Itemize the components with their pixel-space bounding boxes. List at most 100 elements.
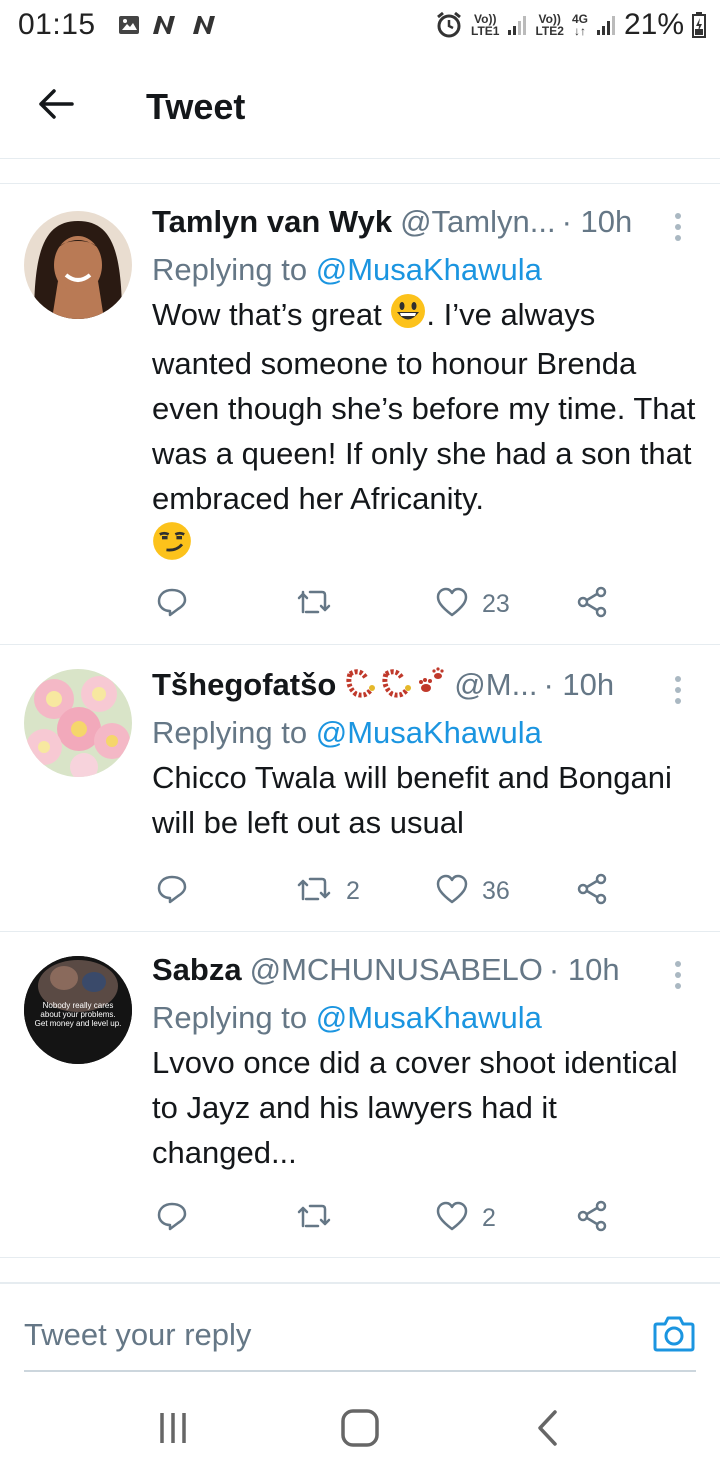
notification-n-icon bbox=[150, 14, 180, 36]
name-emojis bbox=[344, 666, 446, 708]
like-button[interactable]: 2 bbox=[436, 1198, 496, 1238]
tweet-item[interactable]: Tamlyn van Wyk @Tamlyn... · 10h Replying… bbox=[0, 184, 720, 645]
tweet-text: Wow that’s great . I’ve always wanted so… bbox=[152, 292, 700, 573]
reply-icon bbox=[156, 1201, 188, 1236]
avatar[interactable] bbox=[24, 669, 132, 777]
reply-button[interactable] bbox=[156, 871, 188, 911]
smirk-emoji-icon bbox=[152, 521, 192, 573]
tweet-header: Tšhegofatšo @M... · 10h bbox=[152, 667, 700, 707]
more-options-icon[interactable] bbox=[674, 212, 684, 247]
camera-button[interactable] bbox=[652, 1313, 696, 1357]
notification-n-icon bbox=[190, 14, 220, 36]
status-time: 01:15 bbox=[18, 8, 96, 41]
tweet-time: · 10h bbox=[561, 204, 633, 239]
avatar[interactable] bbox=[24, 211, 132, 319]
net1-label: Vo)) LTE1 bbox=[471, 12, 500, 38]
svg-text:about your problems.: about your problems. bbox=[40, 1010, 115, 1019]
author-name[interactable]: Tamlyn van Wyk bbox=[152, 204, 392, 240]
status-bar: 01:15 Vo)) LTE1 Vo)) LTE2 4G ↓↑ 21% bbox=[0, 0, 720, 50]
author-handle[interactable]: @MCHUNUSABELO bbox=[250, 952, 543, 988]
tweet-time: · 10h bbox=[543, 667, 615, 702]
home-button[interactable] bbox=[330, 1400, 390, 1460]
back-button[interactable] bbox=[0, 55, 112, 159]
beads-icon bbox=[344, 666, 378, 708]
alarm-icon bbox=[435, 11, 463, 39]
heart-icon bbox=[436, 587, 468, 622]
reply-button[interactable] bbox=[156, 584, 188, 624]
image-icon bbox=[118, 15, 140, 35]
retweet-icon bbox=[296, 588, 332, 621]
tweet-body: Tšhegofatšo @M... · 10h Replying to @Mus… bbox=[152, 667, 700, 845]
mention-link[interactable]: @MusaKhawula bbox=[316, 1000, 542, 1035]
like-count: 36 bbox=[482, 876, 510, 905]
author-handle[interactable]: @Tamlyn... bbox=[400, 204, 556, 240]
paw-prints-icon bbox=[416, 666, 446, 708]
share-button[interactable] bbox=[576, 584, 608, 624]
retweet-button[interactable] bbox=[296, 1198, 346, 1238]
tweet-item[interactable]: Tšhegofatšo @M... · 10h Replying to @Mus… bbox=[0, 645, 720, 932]
retweet-button[interactable] bbox=[296, 584, 346, 624]
author-name[interactable]: Tšhegofatšo bbox=[152, 667, 336, 703]
tweet-actions: 2 36 bbox=[152, 871, 622, 911]
mention-link[interactable]: @MusaKhawula bbox=[316, 715, 542, 750]
recent-apps-icon bbox=[156, 1411, 190, 1450]
signal-icon bbox=[596, 14, 616, 36]
back-nav-button[interactable] bbox=[517, 1400, 577, 1460]
share-icon bbox=[576, 873, 608, 910]
beads-icon bbox=[380, 666, 414, 708]
net2-label: Vo)) LTE2 bbox=[535, 12, 564, 38]
mention-link[interactable]: @MusaKhawula bbox=[316, 252, 542, 287]
net-type-label: 4G ↓↑ bbox=[571, 12, 588, 38]
author-name[interactable]: Sabza bbox=[152, 952, 242, 988]
status-left-icons bbox=[118, 14, 220, 36]
replying-to: Replying to @MusaKhawula bbox=[152, 715, 542, 750]
recent-apps-button[interactable] bbox=[143, 1400, 203, 1460]
tweet-actions: 23 bbox=[152, 584, 622, 624]
avatar[interactable]: Nobody really cares about your problems.… bbox=[24, 956, 132, 1064]
share-icon bbox=[576, 586, 608, 623]
more-options-icon[interactable] bbox=[674, 960, 684, 995]
camera-icon bbox=[653, 1314, 695, 1357]
page-title: Tweet bbox=[146, 85, 246, 127]
avatar-caption: Nobody really cares bbox=[43, 1001, 114, 1010]
tweet-actions: 2 bbox=[152, 1198, 622, 1238]
reply-button[interactable] bbox=[156, 1198, 188, 1238]
share-button[interactable] bbox=[576, 1198, 608, 1238]
replying-to: Replying to @MusaKhawula bbox=[152, 252, 542, 287]
tweet-time: · 10h bbox=[548, 952, 620, 987]
arrow-left-icon bbox=[38, 88, 74, 125]
more-options-icon[interactable] bbox=[674, 675, 684, 710]
heart-icon bbox=[436, 1201, 468, 1236]
retweet-count: 2 bbox=[346, 876, 360, 905]
retweet-button[interactable]: 2 bbox=[296, 871, 360, 911]
author-handle[interactable]: @M... bbox=[454, 667, 537, 703]
status-right-icons: Vo)) LTE1 Vo)) LTE2 4G ↓↑ 21% bbox=[435, 0, 706, 50]
tweet-header: Tamlyn van Wyk @Tamlyn... · 10h bbox=[152, 204, 700, 244]
reply-input[interactable]: Tweet your reply bbox=[24, 1317, 652, 1353]
svg-text:Get money and level up.: Get money and level up. bbox=[35, 1019, 122, 1028]
tweet-text: Lvovo once did a cover shoot identical t… bbox=[152, 1045, 678, 1170]
battery-icon bbox=[692, 12, 706, 38]
heart-icon bbox=[436, 874, 468, 909]
reply-icon bbox=[156, 587, 188, 622]
share-icon bbox=[576, 1200, 608, 1237]
tweet-item[interactable]: Nobody really cares about your problems.… bbox=[0, 932, 720, 1258]
like-button[interactable]: 23 bbox=[436, 584, 510, 624]
home-icon bbox=[340, 1408, 380, 1453]
app-header: Tweet bbox=[0, 55, 720, 159]
tweet-header: Sabza @MCHUNUSABELO · 10h bbox=[152, 952, 700, 992]
grinning-emoji-icon bbox=[390, 293, 426, 341]
like-button[interactable]: 36 bbox=[436, 871, 510, 911]
signal-icon bbox=[507, 14, 527, 36]
battery-percent: 21% bbox=[623, 8, 684, 41]
tweet-body: Tamlyn van Wyk @Tamlyn... · 10h Replying… bbox=[152, 204, 700, 573]
system-nav-bar bbox=[0, 1380, 720, 1480]
reply-icon bbox=[156, 874, 188, 909]
retweet-icon bbox=[296, 875, 332, 908]
tweet-body: Sabza @MCHUNUSABELO · 10h Replying to @M… bbox=[152, 952, 700, 1175]
replying-to: Replying to @MusaKhawula bbox=[152, 1000, 542, 1035]
share-button[interactable] bbox=[576, 871, 608, 911]
tweet-text: Chicco Twala will benefit and Bongani wi… bbox=[152, 760, 672, 840]
like-count: 2 bbox=[482, 1203, 496, 1232]
reply-composer: Tweet your reply bbox=[24, 1300, 696, 1372]
